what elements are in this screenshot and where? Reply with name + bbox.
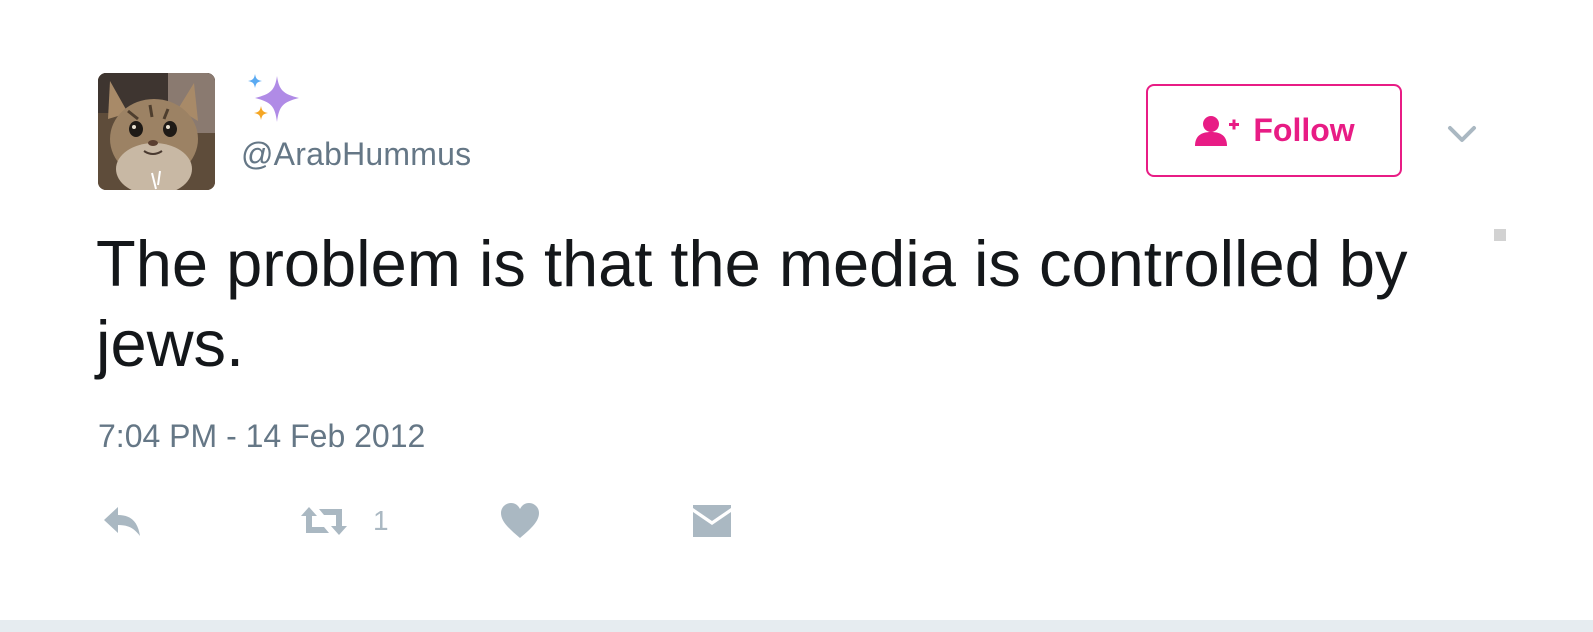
tweet-timestamp[interactable]: 7:04 PM - 14 Feb 2012: [98, 418, 425, 455]
tweet-card: @ArabHummus Follow The problem is that t…: [0, 0, 1593, 620]
sparkles-icon: [248, 74, 299, 122]
envelope-icon: [693, 505, 731, 537]
chevron-down-icon[interactable]: [1446, 122, 1478, 146]
follow-button-label: Follow: [1253, 112, 1355, 148]
retweet-button[interactable]: 1: [299, 496, 389, 546]
heart-icon: [501, 503, 539, 538]
tweet-text: The problem is that the media is control…: [96, 227, 1408, 380]
cat-avatar-image: [98, 73, 215, 190]
reply-button[interactable]: [100, 496, 144, 546]
direct-message-button[interactable]: [692, 496, 732, 546]
reply-icon: [104, 507, 140, 536]
scroll-marker: [1494, 229, 1506, 241]
retweet-icon: [301, 507, 347, 535]
person-add-icon: [1195, 115, 1240, 146]
retweet-count: 1: [373, 505, 389, 536]
follow-button[interactable]: Follow: [1146, 84, 1402, 177]
user-handle[interactable]: @ArabHummus: [241, 136, 471, 173]
tweet-actions: 1: [0, 496, 1593, 546]
avatar[interactable]: [98, 73, 215, 190]
like-button[interactable]: [500, 496, 540, 546]
